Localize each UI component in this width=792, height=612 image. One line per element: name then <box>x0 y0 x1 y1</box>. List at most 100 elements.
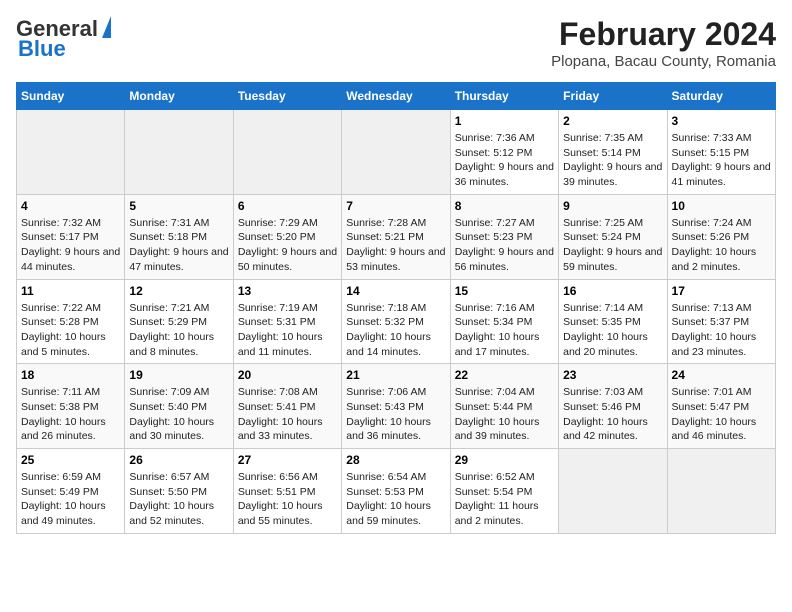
page-title: February 2024 <box>551 16 776 53</box>
day-number: 28 <box>346 453 445 467</box>
weekday-header-monday: Monday <box>125 83 233 110</box>
day-info: Sunrise: 7:22 AMSunset: 5:28 PMDaylight:… <box>21 301 120 360</box>
day-info: Sunrise: 7:19 AMSunset: 5:31 PMDaylight:… <box>238 301 337 360</box>
day-number: 11 <box>21 284 120 298</box>
calendar-cell <box>125 110 233 195</box>
day-number: 16 <box>563 284 662 298</box>
calendar-cell: 6Sunrise: 7:29 AMSunset: 5:20 PMDaylight… <box>233 194 341 279</box>
day-info: Sunrise: 7:14 AMSunset: 5:35 PMDaylight:… <box>563 301 662 360</box>
day-number: 27 <box>238 453 337 467</box>
calendar-cell <box>17 110 125 195</box>
day-number: 19 <box>129 368 228 382</box>
day-info: Sunrise: 7:03 AMSunset: 5:46 PMDaylight:… <box>563 385 662 444</box>
calendar-body: 1 Sunrise: 7:36 AMSunset: 5:12 PMDaylight… <box>17 110 776 534</box>
calendar-cell: 27 Sunrise: 6:56 AMSunset: 5:51 PMDayligh… <box>233 449 341 534</box>
calendar-cell: 7 Sunrise: 7:28 AMSunset: 5:21 PMDaylight… <box>342 194 450 279</box>
calendar-cell: 23Sunrise: 7:03 AMSunset: 5:46 PMDayligh… <box>559 364 667 449</box>
calendar-cell: 1 Sunrise: 7:36 AMSunset: 5:12 PMDaylight… <box>450 110 558 195</box>
calendar-cell <box>233 110 341 195</box>
logo-arrow-icon <box>102 16 111 38</box>
day-number: 12 <box>129 284 228 298</box>
day-info: Sunrise: 7:06 AMSunset: 5:43 PMDaylight:… <box>346 385 445 444</box>
day-info: Sunrise: 7:31 AMSunset: 5:18 PMDaylight:… <box>129 216 228 275</box>
day-info: Sunrise: 7:08 AMSunset: 5:41 PMDaylight:… <box>238 385 337 444</box>
day-number: 14 <box>346 284 445 298</box>
calendar-cell: 19Sunrise: 7:09 AMSunset: 5:40 PMDayligh… <box>125 364 233 449</box>
day-info: Sunrise: 7:21 AMSunset: 5:29 PMDaylight:… <box>129 301 228 360</box>
calendar-cell: 11 Sunrise: 7:22 AMSunset: 5:28 PMDayligh… <box>17 279 125 364</box>
calendar-cell: 16 Sunrise: 7:14 AMSunset: 5:35 PMDayligh… <box>559 279 667 364</box>
day-info: Sunrise: 6:56 AMSunset: 5:51 PMDaylight:… <box>238 470 337 529</box>
day-info: Sunrise: 7:18 AMSunset: 5:32 PMDaylight:… <box>346 301 445 360</box>
calendar-cell <box>559 449 667 534</box>
day-number: 5 <box>129 199 228 213</box>
calendar-cell: 4 Sunrise: 7:32 AMSunset: 5:17 PMDaylight… <box>17 194 125 279</box>
day-number: 13 <box>238 284 337 298</box>
day-number: 7 <box>346 199 445 213</box>
weekday-header-sunday: Sunday <box>17 83 125 110</box>
calendar-cell: 12 Sunrise: 7:21 AMSunset: 5:29 PMDayligh… <box>125 279 233 364</box>
weekday-row: SundayMondayTuesdayWednesdayThursdayFrid… <box>17 83 776 110</box>
day-number: 15 <box>455 284 554 298</box>
day-info: Sunrise: 7:33 AMSunset: 5:15 PMDaylight:… <box>672 131 771 190</box>
day-number: 22 <box>455 368 554 382</box>
weekday-header-tuesday: Tuesday <box>233 83 341 110</box>
day-info: Sunrise: 7:27 AMSunset: 5:23 PMDaylight:… <box>455 216 554 275</box>
calendar-cell: 3 Sunrise: 7:33 AMSunset: 5:15 PMDaylight… <box>667 110 775 195</box>
calendar-cell: 22 Sunrise: 7:04 AMSunset: 5:44 PMDayligh… <box>450 364 558 449</box>
page-subtitle: Plopana, Bacau County, Romania <box>551 53 776 70</box>
day-info: Sunrise: 6:59 AMSunset: 5:49 PMDaylight:… <box>21 470 120 529</box>
calendar-cell: 5 Sunrise: 7:31 AMSunset: 5:18 PMDaylight… <box>125 194 233 279</box>
day-info: Sunrise: 7:32 AMSunset: 5:17 PMDaylight:… <box>21 216 120 275</box>
calendar-cell: 21 Sunrise: 7:06 AMSunset: 5:43 PMDayligh… <box>342 364 450 449</box>
calendar-cell: 26Sunrise: 6:57 AMSunset: 5:50 PMDayligh… <box>125 449 233 534</box>
day-number: 1 <box>455 114 554 128</box>
day-number: 17 <box>672 284 771 298</box>
day-info: Sunrise: 7:36 AMSunset: 5:12 PMDaylight:… <box>455 131 554 190</box>
day-info: Sunrise: 7:04 AMSunset: 5:44 PMDaylight:… <box>455 385 554 444</box>
day-info: Sunrise: 7:24 AMSunset: 5:26 PMDaylight:… <box>672 216 771 275</box>
day-number: 9 <box>563 199 662 213</box>
calendar-week-4: 18 Sunrise: 7:11 AMSunset: 5:38 PMDayligh… <box>17 364 776 449</box>
weekday-header-wednesday: Wednesday <box>342 83 450 110</box>
weekday-header-saturday: Saturday <box>667 83 775 110</box>
day-number: 3 <box>672 114 771 128</box>
day-number: 26 <box>129 453 228 467</box>
calendar-cell <box>342 110 450 195</box>
day-number: 6 <box>238 199 337 213</box>
day-info: Sunrise: 7:25 AMSunset: 5:24 PMDaylight:… <box>563 216 662 275</box>
day-info: Sunrise: 7:01 AMSunset: 5:47 PMDaylight:… <box>672 385 771 444</box>
weekday-header-friday: Friday <box>559 83 667 110</box>
day-info: Sunrise: 6:52 AMSunset: 5:54 PMDaylight:… <box>455 470 554 529</box>
day-number: 20 <box>238 368 337 382</box>
logo-blue: Blue <box>18 36 66 62</box>
calendar-cell: 24 Sunrise: 7:01 AMSunset: 5:47 PMDayligh… <box>667 364 775 449</box>
calendar-cell: 25 Sunrise: 6:59 AMSunset: 5:49 PMDayligh… <box>17 449 125 534</box>
day-info: Sunrise: 7:28 AMSunset: 5:21 PMDaylight:… <box>346 216 445 275</box>
calendar-week-1: 1 Sunrise: 7:36 AMSunset: 5:12 PMDaylight… <box>17 110 776 195</box>
calendar-cell: 18 Sunrise: 7:11 AMSunset: 5:38 PMDayligh… <box>17 364 125 449</box>
calendar-cell: 13 Sunrise: 7:19 AMSunset: 5:31 PMDayligh… <box>233 279 341 364</box>
page-header: General Blue February 2024 Plopana, Baca… <box>16 16 776 70</box>
day-info: Sunrise: 6:54 AMSunset: 5:53 PMDaylight:… <box>346 470 445 529</box>
day-number: 24 <box>672 368 771 382</box>
day-info: Sunrise: 7:11 AMSunset: 5:38 PMDaylight:… <box>21 385 120 444</box>
calendar-cell: 15 Sunrise: 7:16 AMSunset: 5:34 PMDayligh… <box>450 279 558 364</box>
calendar-cell: 20 Sunrise: 7:08 AMSunset: 5:41 PMDayligh… <box>233 364 341 449</box>
weekday-header-thursday: Thursday <box>450 83 558 110</box>
calendar-cell: 17Sunrise: 7:13 AMSunset: 5:37 PMDayligh… <box>667 279 775 364</box>
calendar-week-3: 11 Sunrise: 7:22 AMSunset: 5:28 PMDayligh… <box>17 279 776 364</box>
day-number: 18 <box>21 368 120 382</box>
calendar-week-5: 25 Sunrise: 6:59 AMSunset: 5:49 PMDayligh… <box>17 449 776 534</box>
calendar-header: SundayMondayTuesdayWednesdayThursdayFrid… <box>17 83 776 110</box>
day-number: 25 <box>21 453 120 467</box>
day-number: 4 <box>21 199 120 213</box>
day-number: 29 <box>455 453 554 467</box>
calendar-cell: 14 Sunrise: 7:18 AMSunset: 5:32 PMDayligh… <box>342 279 450 364</box>
title-block: February 2024 Plopana, Bacau County, Rom… <box>551 16 776 70</box>
day-info: Sunrise: 7:16 AMSunset: 5:34 PMDaylight:… <box>455 301 554 360</box>
calendar-cell: 10Sunrise: 7:24 AMSunset: 5:26 PMDayligh… <box>667 194 775 279</box>
calendar-cell: 9 Sunrise: 7:25 AMSunset: 5:24 PMDaylight… <box>559 194 667 279</box>
calendar-cell: 2Sunrise: 7:35 AMSunset: 5:14 PMDaylight… <box>559 110 667 195</box>
day-number: 21 <box>346 368 445 382</box>
